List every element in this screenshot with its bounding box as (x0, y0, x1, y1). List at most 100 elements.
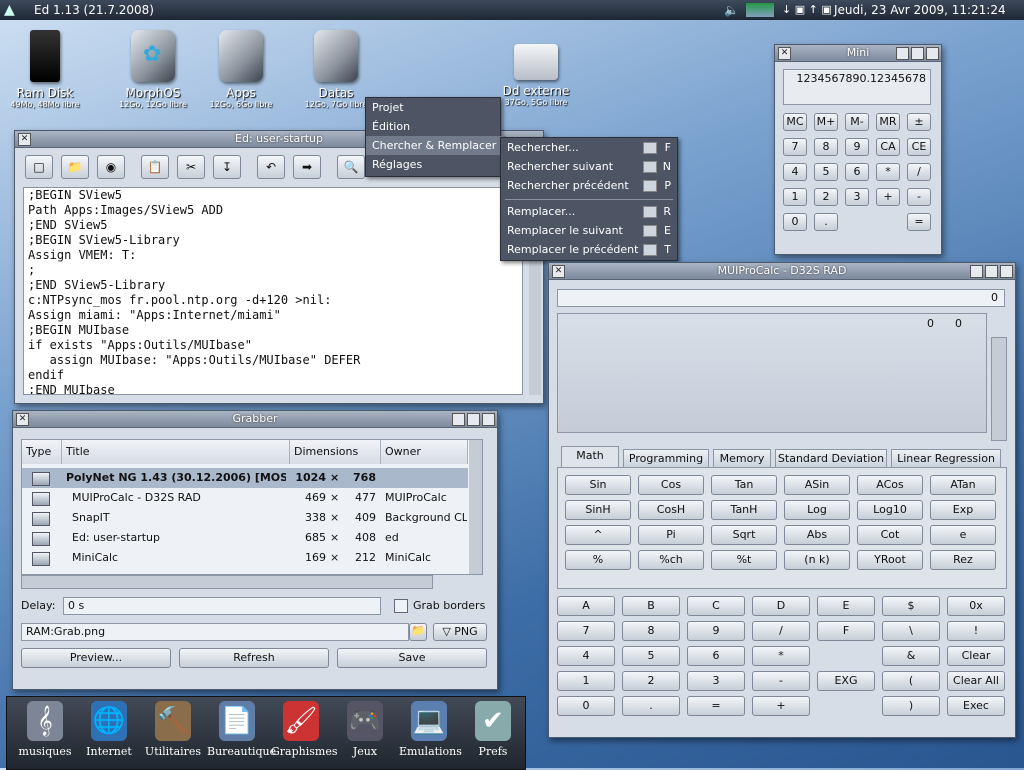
depth-icon[interactable] (926, 47, 939, 60)
calc-key[interactable]: . (622, 696, 680, 716)
mini-key[interactable]: MC (783, 113, 807, 131)
depth-icon[interactable] (1000, 265, 1013, 278)
dock-item-utilitaires[interactable]: 🔨 Utilitaires (143, 701, 203, 758)
math-key[interactable]: Rez (930, 550, 996, 570)
calc-key[interactable]: 0x (947, 596, 1005, 616)
calc-key[interactable]: F (817, 621, 875, 641)
math-key[interactable]: YRoot (857, 550, 923, 570)
column-header-title[interactable]: Title (62, 440, 290, 464)
desktop-icon-external-drive[interactable]: Dd externe 37Go, 5Go libre (493, 30, 579, 107)
tab-standard-deviation[interactable]: Standard Deviation (775, 449, 887, 467)
calc-key[interactable]: - (752, 671, 810, 691)
new-file-button[interactable]: □ (25, 155, 53, 179)
paste-button[interactable]: 📋 (141, 155, 169, 179)
dock-item-bureautique[interactable]: 📄 Bureautique (207, 701, 276, 758)
math-key[interactable]: Log (784, 500, 850, 520)
calc-key[interactable]: E (817, 596, 875, 616)
submenu-item-remplacer-suivant[interactable]: Remplacer le suivant E (501, 221, 677, 240)
menu-item-reglages[interactable]: Réglages (366, 155, 500, 174)
column-header-type[interactable]: Type (22, 440, 62, 464)
mini-titlebar[interactable]: ✕ Mini (775, 45, 941, 62)
math-key[interactable]: Pi (638, 525, 704, 545)
depth-icon[interactable] (482, 413, 495, 426)
mini-key[interactable]: 2 (814, 188, 838, 206)
menu-item-chercher-remplacer[interactable]: Chercher & Remplacer (366, 136, 506, 155)
mini-key[interactable]: - (907, 188, 931, 206)
filename-input[interactable]: RAM:Grab.png (21, 623, 409, 641)
math-key[interactable]: (n k) (784, 550, 850, 570)
math-key[interactable]: %t (711, 550, 777, 570)
math-key[interactable]: e (930, 525, 996, 545)
history-scrollbar[interactable] (991, 337, 1007, 441)
calc-key[interactable]: 0 (557, 696, 615, 716)
mini-key[interactable]: CE (907, 138, 931, 156)
download-button[interactable]: ↧ (213, 155, 241, 179)
calc-key[interactable]: 1 (557, 671, 615, 691)
calc-key[interactable]: = (687, 696, 745, 716)
math-key[interactable]: %ch (638, 550, 704, 570)
calc-key[interactable]: 8 (622, 621, 680, 641)
math-key[interactable]: Sin (565, 475, 631, 495)
mini-key[interactable]: ± (907, 113, 931, 131)
delay-input[interactable]: 0 s (63, 597, 381, 615)
tab-linear-regression[interactable]: Linear Regression (891, 449, 1001, 467)
calc-key[interactable]: 6 (687, 646, 745, 666)
grabber-titlebar[interactable]: ✕ Grabber (13, 411, 497, 428)
math-key[interactable]: SinH (565, 500, 631, 520)
table-row[interactable]: PolyNet NG 1.43 (30.12.2006) [MOS] 1024 × 7… (22, 468, 468, 488)
mini-key[interactable]: + (876, 188, 900, 206)
iconify-icon[interactable] (452, 413, 465, 426)
math-key[interactable]: ^ (565, 525, 631, 545)
submenu-item-remplacer-precedent[interactable]: Remplacer le précédent T (501, 240, 677, 259)
cut-button[interactable]: ✂ (177, 155, 205, 179)
mini-key[interactable]: = (907, 213, 931, 231)
calc-key[interactable]: * (752, 646, 810, 666)
zoom-icon[interactable] (911, 47, 924, 60)
calc-key[interactable]: 7 (557, 621, 615, 641)
math-key[interactable]: % (565, 550, 631, 570)
open-file-button[interactable]: 📁 (61, 155, 89, 179)
math-key[interactable]: Sqrt (711, 525, 777, 545)
calc-key[interactable]: $ (882, 596, 940, 616)
calc-key[interactable]: ) (882, 696, 940, 716)
math-key[interactable]: Abs (784, 525, 850, 545)
calc-key[interactable]: 2 (622, 671, 680, 691)
desktop-icon-ram-disk[interactable]: Ram Disk 49Mo, 48Mo libre (2, 30, 88, 109)
desktop-icon-apps[interactable]: Apps 12Go, 6Go libre (198, 30, 284, 109)
table-row[interactable]: Ed: user-startup 685 × 408 ed (22, 528, 468, 548)
mini-key[interactable]: 3 (845, 188, 869, 206)
mini-key[interactable]: MR (876, 113, 900, 131)
math-key[interactable]: ASin (784, 475, 850, 495)
calc-key[interactable]: D (752, 596, 810, 616)
mini-key[interactable]: 6 (845, 163, 869, 181)
calc-key[interactable]: C (687, 596, 745, 616)
mini-key[interactable]: 7 (783, 138, 807, 156)
tab-math[interactable]: Math (561, 446, 619, 467)
folder-icon[interactable]: 📁 (409, 623, 427, 641)
table-row[interactable]: MUIProCalc - D32S RAD 469 × 477 MUIProCalc (22, 488, 468, 508)
calc-key[interactable]: EXG (817, 671, 875, 691)
submenu-item-remplacer[interactable]: Remplacer... R (501, 202, 677, 221)
mini-key[interactable]: 9 (845, 138, 869, 156)
grab-borders-checkbox[interactable] (394, 599, 408, 613)
column-header-owner[interactable]: Owner (381, 440, 468, 464)
search-button[interactable]: 🔍 (337, 155, 365, 179)
calc-key[interactable]: 5 (622, 646, 680, 666)
mini-key[interactable]: 5 (814, 163, 838, 181)
dock-item-prefs[interactable]: ✔ Prefs (463, 701, 523, 758)
mini-key[interactable]: 0 (783, 213, 807, 231)
math-key[interactable]: Cot (857, 525, 923, 545)
volume-icon[interactable]: 🔈 (724, 3, 739, 17)
dock-item-musiques[interactable]: 𝄞 musiques (15, 701, 75, 758)
calc-key[interactable]: Clear All (947, 671, 1005, 691)
math-key[interactable]: Cos (638, 475, 704, 495)
window-list[interactable]: Type Title Dimensions Owner PolyNet NG 1… (21, 439, 483, 575)
calc-key[interactable]: B (622, 596, 680, 616)
calc-key[interactable]: Clear (947, 646, 1005, 666)
iconify-icon[interactable] (970, 265, 983, 278)
math-key[interactable]: CosH (638, 500, 704, 520)
submenu-item-rechercher-precedent[interactable]: Rechercher précédent P (501, 176, 677, 195)
calc-key[interactable]: ( (882, 671, 940, 691)
save-button[interactable]: Save (337, 648, 487, 668)
mini-key[interactable]: 4 (783, 163, 807, 181)
